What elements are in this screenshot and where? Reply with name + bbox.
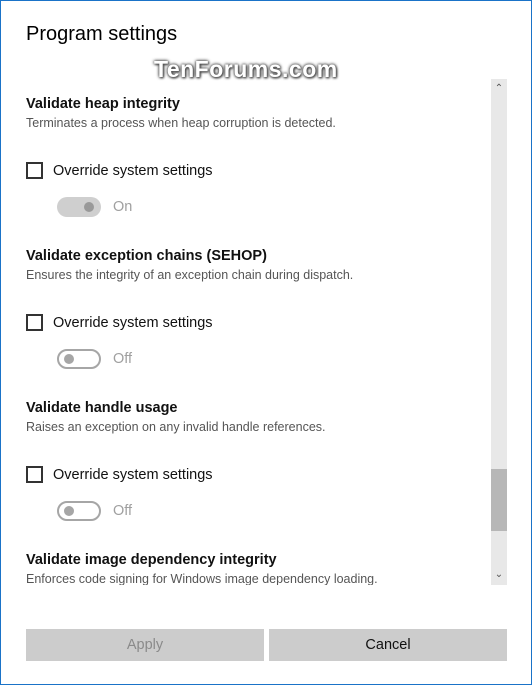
override-checkbox-sehop[interactable]: Override system settings bbox=[26, 314, 213, 331]
toggle-switch[interactable] bbox=[57, 349, 101, 369]
chevron-up-icon[interactable]: ⌃ bbox=[491, 81, 507, 97]
override-checkbox-heap[interactable]: Override system settings bbox=[26, 162, 213, 179]
section-description: Enforces code signing for Windows image … bbox=[26, 572, 378, 585]
checkbox-label: Override system settings bbox=[53, 466, 213, 483]
toggle-knob bbox=[84, 202, 94, 212]
section-description: Terminates a process when heap corruptio… bbox=[26, 116, 336, 130]
section-description: Ensures the integrity of an exception ch… bbox=[26, 268, 354, 282]
program-settings-dialog: Program settings TenForums.com Validate … bbox=[0, 0, 532, 685]
toggle-sehop[interactable]: Off bbox=[57, 349, 132, 369]
cancel-button[interactable]: Cancel bbox=[269, 629, 507, 661]
toggle-knob bbox=[64, 354, 74, 364]
apply-button[interactable]: Apply bbox=[26, 629, 264, 661]
toggle-switch[interactable] bbox=[57, 501, 101, 521]
section-description: Raises an exception on any invalid handl… bbox=[26, 420, 326, 434]
checkbox[interactable] bbox=[26, 162, 43, 179]
toggle-heap[interactable]: On bbox=[57, 197, 132, 217]
checkbox[interactable] bbox=[26, 466, 43, 483]
toggle-handle[interactable]: Off bbox=[57, 501, 132, 521]
dialog-title: Program settings bbox=[26, 23, 178, 45]
checkbox-label: Override system settings bbox=[53, 314, 213, 331]
settings-scroll-area: Validate heap integrity Terminates a pro… bbox=[1, 79, 481, 585]
section-title: Validate image dependency integrity bbox=[26, 552, 277, 568]
section-sehop: Validate exception chains (SEHOP) Ensure… bbox=[26, 248, 476, 282]
toggle-switch[interactable] bbox=[57, 197, 101, 217]
scrollbar-thumb[interactable] bbox=[491, 469, 507, 531]
toggle-knob bbox=[64, 506, 74, 516]
checkbox[interactable] bbox=[26, 314, 43, 331]
toggle-state-label: On bbox=[113, 199, 133, 215]
section-title: Validate heap integrity bbox=[26, 96, 180, 112]
section-handle-usage: Validate handle usage Raises an exceptio… bbox=[26, 400, 476, 434]
section-title: Validate exception chains (SEHOP) bbox=[26, 248, 267, 264]
override-checkbox-handle[interactable]: Override system settings bbox=[26, 466, 213, 483]
toggle-state-label: Off bbox=[113, 351, 133, 367]
vertical-scrollbar[interactable]: ⌃ ⌄ bbox=[491, 79, 507, 585]
section-image-dependency: Validate image dependency integrity Enfo… bbox=[26, 552, 476, 585]
section-title: Validate handle usage bbox=[26, 400, 178, 416]
chevron-down-icon[interactable]: ⌄ bbox=[491, 567, 507, 583]
section-heap-integrity: Validate heap integrity Terminates a pro… bbox=[26, 96, 476, 130]
checkbox-label: Override system settings bbox=[53, 162, 213, 179]
toggle-state-label: Off bbox=[113, 503, 133, 519]
